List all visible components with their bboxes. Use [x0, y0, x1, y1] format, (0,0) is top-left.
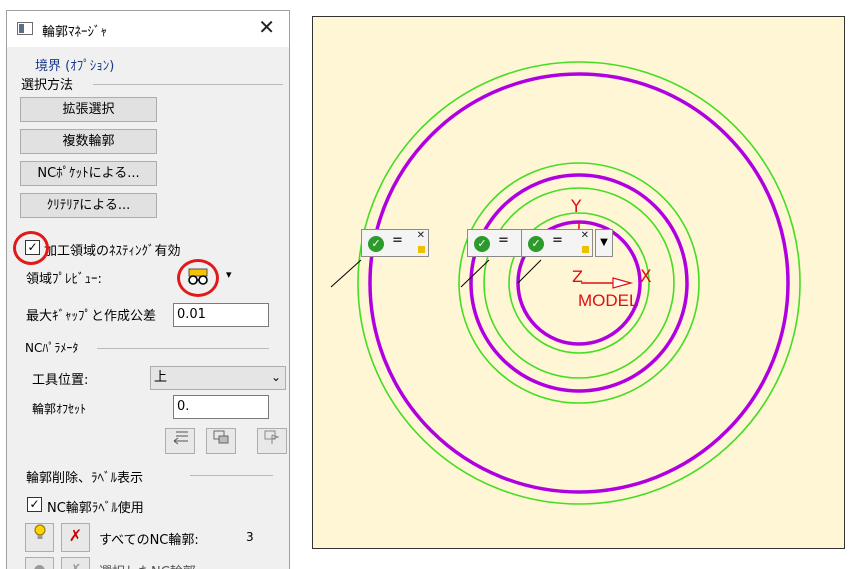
graphics-viewport[interactable]: Y X Z MODEL ✓ = ✕ ✓ = ✓ = ✕ ▼	[312, 16, 845, 549]
checkmark-icon: ✓	[368, 236, 384, 252]
tag-close-icon[interactable]: ✕	[581, 230, 589, 241]
divider	[93, 84, 283, 85]
checkmark-icon: ✓	[474, 236, 490, 252]
tag-dropdown-button[interactable]: ▼	[595, 229, 613, 257]
chevron-down-icon: ⌄	[270, 370, 281, 384]
divider	[190, 475, 273, 476]
select-method-heading: 選択方法	[21, 78, 74, 93]
contour-offset-input[interactable]: 0.	[173, 395, 269, 419]
nc-contour-tag[interactable]: ✓ = ✕	[521, 229, 593, 257]
highlight-circle	[13, 231, 49, 265]
nc-pocket-button[interactable]: NCﾎﾟｹｯﾄによる...	[20, 161, 157, 186]
delete-label-heading: 輪郭削除、ﾗﾍﾞﾙ表示	[26, 471, 144, 486]
nc-contour-tag[interactable]: ✓ =	[467, 229, 523, 257]
tag-color-swatch	[418, 246, 425, 253]
all-nc-contours-label: すべてのNC輪郭:	[99, 533, 199, 548]
app-icon	[17, 22, 33, 35]
x-axis-label: X	[640, 267, 652, 287]
x-axis-arrow	[612, 277, 634, 289]
tag-close-icon[interactable]: ✕	[417, 230, 425, 241]
use-nc-label-checkbox[interactable]: ✓	[27, 497, 42, 512]
boundary-optional-label: 境界 (ｵﾌﾟｼｮﾝ)	[35, 59, 115, 74]
region-preview-label: 領域ﾌﾟﾚﾋﾞｭｰ:	[26, 272, 102, 287]
use-nc-label-text: NC輪郭ﾗﾍﾞﾙ使用	[47, 501, 144, 516]
grid-transfer-icon[interactable]	[206, 428, 236, 454]
contour-manager-panel: 輪郭ﾏﾈｰｼﾞｬ ✕ 境界 (ｵﾌﾟｼｮﾝ) 選択方法 拡張選択 複数輪郭 NC…	[6, 10, 290, 569]
delete-x-icon[interactable]: ✗	[61, 523, 90, 552]
preview-dropdown-arrow[interactable]: ▾	[226, 268, 232, 281]
close-button[interactable]: ✕	[258, 17, 275, 37]
selected-nc-contours-label: 選択したNC輪郭:	[99, 561, 200, 569]
window-title: 輪郭ﾏﾈｰｼﾞｬ	[42, 25, 108, 40]
model-label: MODEL	[578, 291, 639, 310]
criteria-button[interactable]: ｸﾘﾃﾘｱによる...	[20, 193, 157, 218]
tag-equals: =	[392, 233, 403, 248]
tag-color-swatch	[582, 246, 589, 253]
tool-position-value: 上	[154, 370, 168, 385]
nc-params-heading: NCﾊﾟﾗﾒｰﾀ	[25, 341, 79, 355]
lightbulb-icon[interactable]	[25, 523, 54, 552]
highlight-circle	[177, 259, 219, 297]
delete-x-icon-disabled[interactable]: ✗	[61, 557, 90, 569]
max-gap-input[interactable]: 0.01	[173, 303, 269, 327]
extended-select-button[interactable]: 拡張選択	[20, 97, 157, 122]
divider	[97, 348, 269, 349]
list-arrow-icon[interactable]	[165, 428, 195, 454]
tool-position-select[interactable]: 上 ⌄	[150, 366, 286, 390]
nesting-label: 加工領域のﾈｽﾃｨﾝｸﾞ有効	[44, 244, 181, 259]
lightbulb-icon-disabled[interactable]: ●	[25, 557, 54, 569]
checkmark-icon: ✓	[528, 236, 544, 252]
contour-offset-label: 輪郭ｵﾌｾｯﾄ	[32, 402, 87, 416]
leader-line	[330, 259, 362, 288]
z-axis-label: Z	[572, 267, 583, 286]
nc-contour-tag[interactable]: ✓ = ✕	[361, 229, 429, 257]
tool-position-label: 工具位置:	[32, 373, 89, 388]
multi-contour-button[interactable]: 複数輪郭	[20, 129, 157, 154]
all-nc-contours-count: 3	[246, 530, 254, 544]
flag-transfer-icon[interactable]	[257, 428, 287, 454]
tag-equals: =	[498, 233, 509, 248]
max-gap-label: 最大ｷﾞｬｯﾌﾟと作成公差	[26, 309, 157, 324]
y-axis-label: Y	[571, 197, 582, 217]
title-bar: 輪郭ﾏﾈｰｼﾞｬ ✕	[7, 11, 289, 47]
tag-equals: =	[552, 233, 563, 248]
